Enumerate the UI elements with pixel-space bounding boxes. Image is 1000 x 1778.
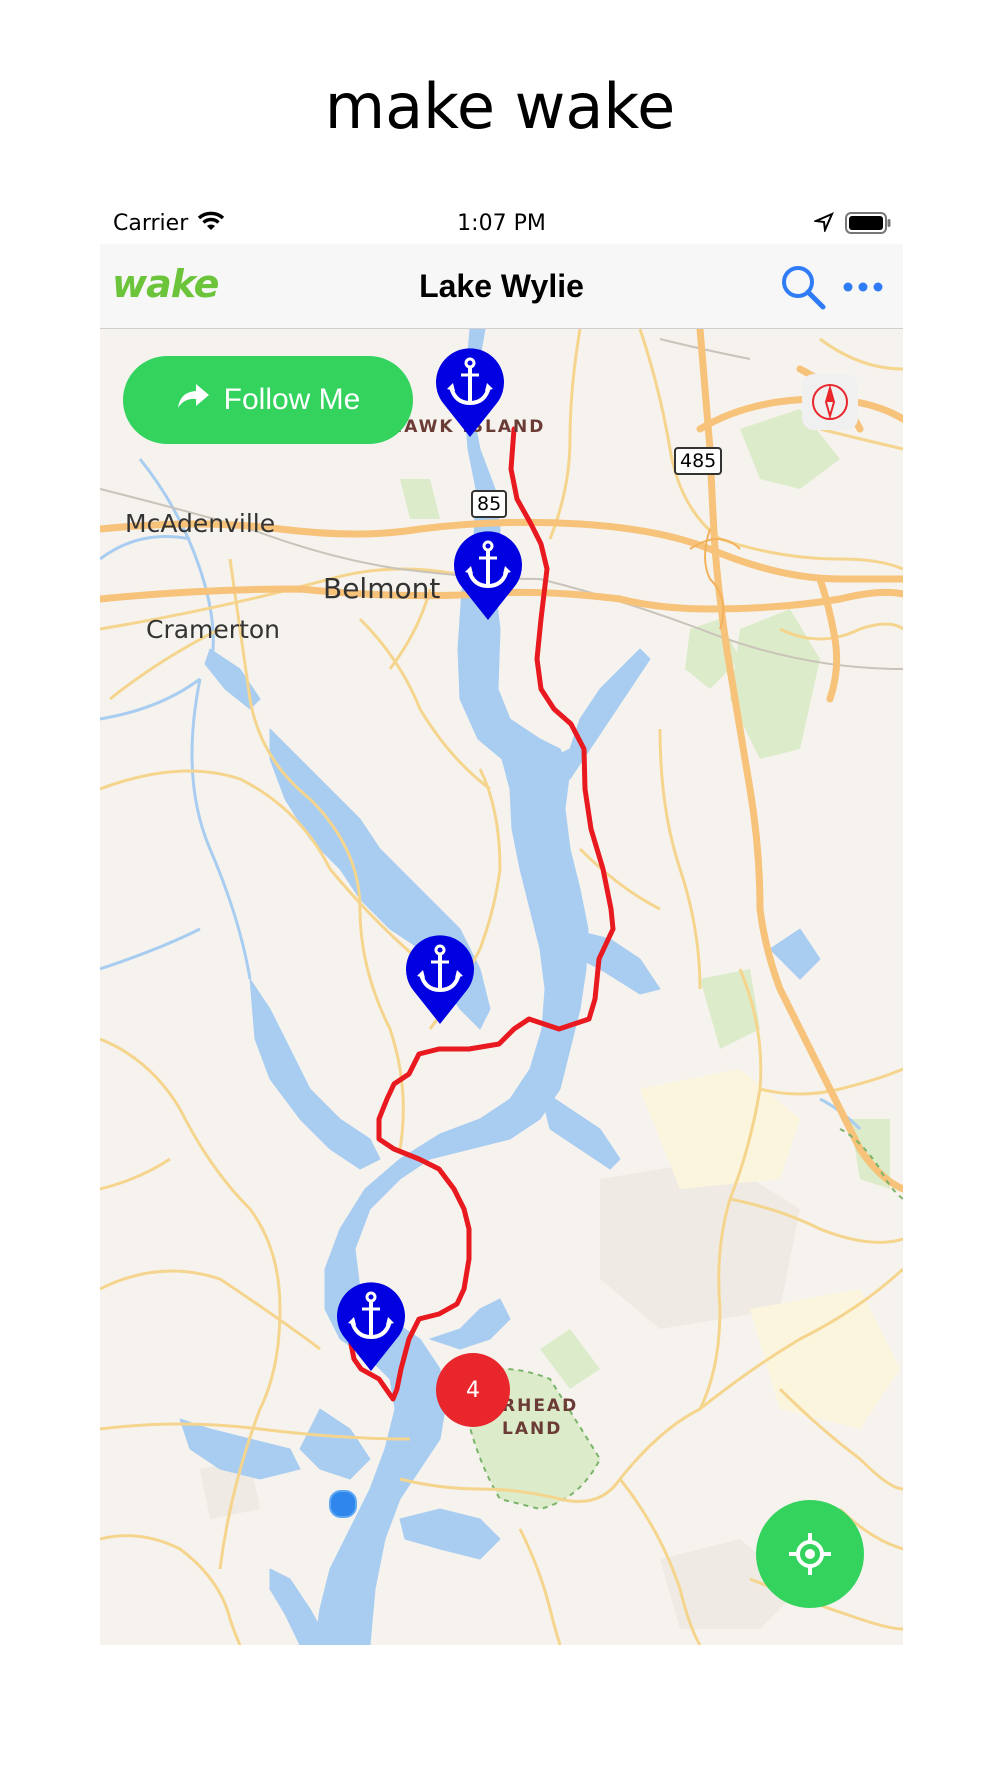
map-label-belmont: Belmont bbox=[323, 572, 441, 605]
follow-me-button[interactable]: Follow Me bbox=[123, 356, 413, 444]
clock: 1:07 PM bbox=[457, 211, 546, 236]
battery-icon bbox=[845, 212, 891, 238]
promo-headline: make wake bbox=[324, 70, 676, 143]
search-icon[interactable] bbox=[780, 264, 826, 315]
crosshair-icon bbox=[789, 1533, 831, 1575]
highway-shield-85: 85 bbox=[471, 490, 508, 518]
map-label-rhead-island-2: LAND bbox=[502, 1419, 563, 1439]
follow-me-label: Follow Me bbox=[223, 383, 361, 416]
anchor-pin-icon[interactable] bbox=[403, 934, 477, 1026]
more-options-icon[interactable] bbox=[842, 280, 884, 298]
compass-icon[interactable] bbox=[802, 374, 858, 430]
share-arrow-icon bbox=[176, 382, 210, 418]
map-label-mcadenville: McAdenville bbox=[125, 509, 276, 538]
map-label-rhead-island-1: RHEAD bbox=[502, 1396, 579, 1416]
location-arrow-icon bbox=[812, 212, 834, 236]
current-location-button[interactable] bbox=[756, 1500, 864, 1608]
map-label-cramerton: Cramerton bbox=[146, 615, 281, 644]
map-view[interactable]: HAWK ISLAND McAdenville Belmont Cramerto… bbox=[100, 329, 903, 1645]
cluster-marker[interactable]: 4 bbox=[436, 1353, 510, 1427]
highway-shield-485: 485 bbox=[674, 447, 723, 475]
phone-screen: Carrier 1:07 PM wake Lake Wylie HAWK ISL… bbox=[100, 200, 903, 1645]
navigation-bar: wake Lake Wylie bbox=[100, 244, 903, 329]
user-location-dot bbox=[329, 1490, 357, 1518]
anchor-pin-icon[interactable] bbox=[451, 530, 525, 622]
anchor-pin-icon[interactable] bbox=[433, 347, 507, 439]
anchor-pin-icon[interactable] bbox=[334, 1281, 408, 1373]
status-bar: Carrier 1:07 PM bbox=[100, 200, 903, 244]
